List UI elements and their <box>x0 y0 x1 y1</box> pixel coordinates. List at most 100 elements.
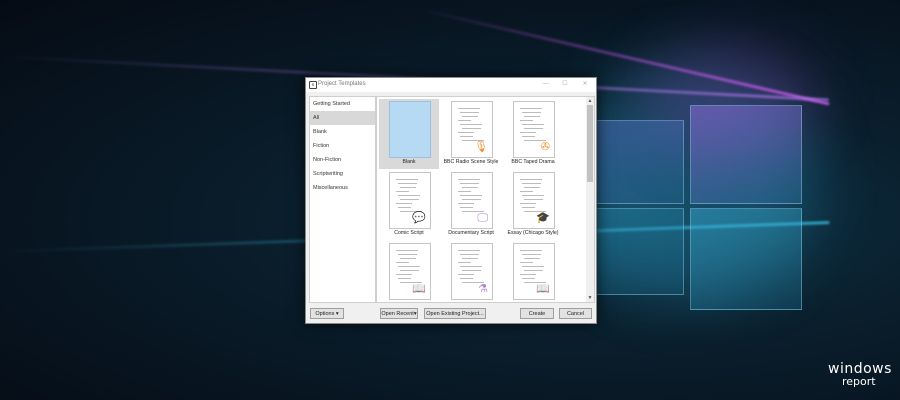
template-tile[interactable]: 💬 Comic Script <box>379 170 439 240</box>
template-label: BBC Radio Scene Style <box>443 159 499 165</box>
category-item[interactable]: All <box>310 111 375 125</box>
category-item[interactable]: Fiction <box>310 139 375 153</box>
scroll-down-arrow[interactable]: ▼ <box>586 294 594 302</box>
page-text-line <box>396 274 412 275</box>
dialog-footer: Options ▾ Open Recent▾ Open Existing Pro… <box>306 303 596 323</box>
open-recent-label: Open Recent <box>381 311 414 317</box>
page-text-line <box>458 250 480 251</box>
scrollbar-thumb[interactable] <box>587 105 593 182</box>
template-thumbnail: 🎓 <box>513 172 555 229</box>
page-text-line <box>458 120 471 121</box>
page-text-line <box>520 132 536 133</box>
page-text-line <box>398 183 417 184</box>
page-text-line <box>522 266 544 267</box>
graduation-cap-icon: 🎓 <box>536 212 550 224</box>
template-thumbnail: ⚗ <box>451 243 493 300</box>
windows-report-watermark: windows report <box>828 362 892 387</box>
page-text-line <box>458 274 474 275</box>
app-icon: S <box>309 81 317 89</box>
template-thumbnail: 📖 <box>389 243 431 300</box>
category-list: Getting Started All Blank Fiction Non-Fictio… <box>309 96 376 303</box>
page-text-line <box>458 262 471 263</box>
page-text-line <box>398 207 411 208</box>
monitor-icon: 🖵 <box>477 212 488 224</box>
options-label: Options <box>315 311 335 317</box>
page-text-line <box>520 262 533 263</box>
book-icon: 📖 <box>536 283 550 295</box>
options-button[interactable]: Options ▾ <box>310 308 344 319</box>
page-text-line <box>400 270 419 271</box>
page-text-line <box>520 179 542 180</box>
open-existing-project-button[interactable]: Open Existing Project... <box>424 308 486 319</box>
category-item[interactable]: Scriptwriting <box>310 167 375 181</box>
template-thumbnail: ✇ <box>513 101 555 158</box>
minimize-button[interactable]: — <box>538 79 554 90</box>
page-text-line <box>458 203 474 204</box>
flask-icon: ⚗ <box>478 283 488 295</box>
maximize-button[interactable]: ☐ <box>557 79 573 90</box>
page-text-line <box>462 128 481 129</box>
page-text-line <box>396 203 412 204</box>
page-text-line <box>522 254 541 255</box>
template-label: Blank <box>402 159 416 165</box>
page-text-line <box>462 187 478 188</box>
page-text-line <box>458 191 471 192</box>
page-text-line <box>460 195 482 196</box>
template-tile[interactable]: 🖵 Documentary Script <box>441 170 501 240</box>
page-text-line <box>524 187 540 188</box>
page-text-line <box>460 124 482 125</box>
page-text-line <box>522 112 541 113</box>
category-item[interactable]: Miscellaneous <box>310 181 375 195</box>
page-text-line <box>460 207 473 208</box>
create-button[interactable]: Create <box>520 308 554 319</box>
category-item[interactable]: Blank <box>310 125 375 139</box>
template-grid: ▲ ▼ Blank 🎙 BBC Radio Scene Style ✇ BBC Tape… <box>376 96 595 303</box>
page-text-line <box>520 203 536 204</box>
window-title: Project Templates <box>318 81 366 87</box>
template-tile[interactable]: ⚗ <box>441 241 501 302</box>
page-text-line <box>522 195 544 196</box>
page-text-line <box>460 278 473 279</box>
open-recent-button[interactable]: Open Recent▾ <box>380 308 418 319</box>
page-text-line <box>520 120 533 121</box>
page-text-line <box>458 132 474 133</box>
title-bar: S Project Templates — ☐ ✕ <box>306 78 596 92</box>
page-text-line <box>396 191 409 192</box>
page-text-line <box>460 112 479 113</box>
cancel-button[interactable]: Cancel <box>559 308 592 319</box>
template-label: Comic Script <box>394 230 424 236</box>
vertical-scrollbar[interactable]: ▲ ▼ <box>586 97 594 302</box>
speech-bubble-icon: 💬 <box>412 212 426 224</box>
project-templates-dialog: S Project Templates — ☐ ✕ Getting Starte… <box>305 77 597 324</box>
page-text-line <box>462 116 478 117</box>
page-text-line <box>460 183 479 184</box>
page-text-line <box>398 195 420 196</box>
page-text-line <box>396 262 409 263</box>
page-text-line <box>458 179 480 180</box>
page-text-line <box>524 258 540 259</box>
page-text-line <box>460 136 473 137</box>
category-item[interactable]: Getting Started <box>310 97 375 111</box>
brand-line-2: report <box>842 375 876 388</box>
page-text-line <box>462 199 481 200</box>
category-item[interactable]: Non-Fiction <box>310 153 375 167</box>
page-text-line <box>462 258 478 259</box>
page-text-line <box>520 191 533 192</box>
scroll-up-arrow[interactable]: ▲ <box>586 97 594 105</box>
template-tile[interactable]: ✇ BBC Taped Drama <box>503 99 563 169</box>
page-text-line <box>522 183 541 184</box>
page-text-line <box>522 278 535 279</box>
template-tile[interactable]: 🎓 Essay (Chicago Style) <box>503 170 563 240</box>
template-tile[interactable]: 📖 <box>503 241 563 302</box>
template-thumbnail: 🖵 <box>451 172 493 229</box>
book-icon: 📖 <box>412 283 426 295</box>
template-label: Documentary Script <box>448 230 494 236</box>
page-text-line <box>458 108 480 109</box>
page-text-line <box>396 179 418 180</box>
template-tile[interactable]: Blank <box>379 99 439 169</box>
close-button[interactable]: ✕ <box>577 79 593 90</box>
page-text-line <box>460 266 482 267</box>
template-thumbnail: 📖 <box>513 243 555 300</box>
template-tile[interactable]: 🎙 BBC Radio Scene Style <box>441 99 501 169</box>
template-tile[interactable]: 📖 <box>379 241 439 302</box>
